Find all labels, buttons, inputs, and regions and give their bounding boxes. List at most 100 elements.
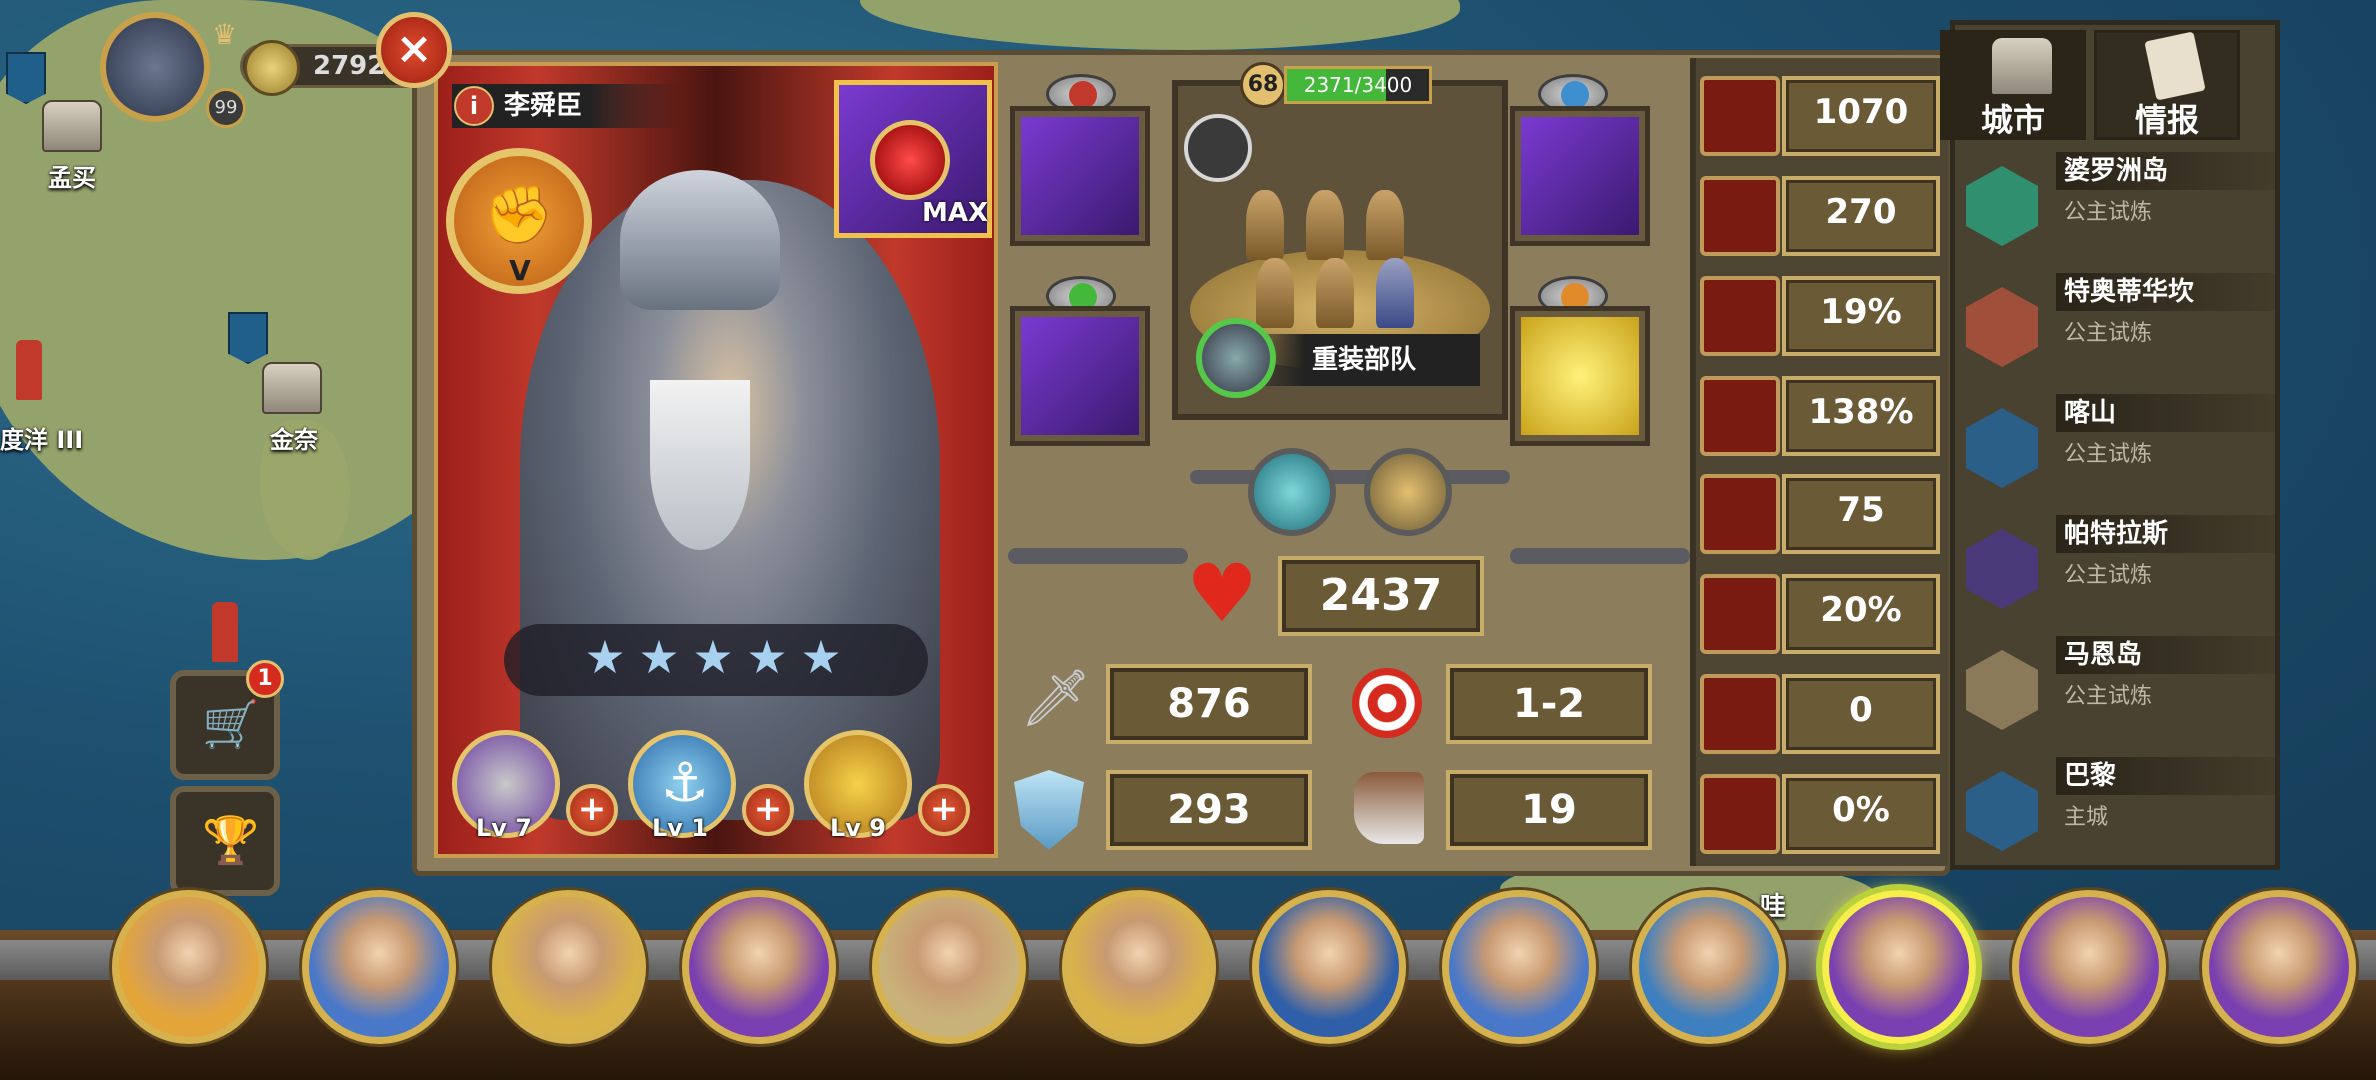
hero-portrait-selected[interactable]: [1822, 890, 1976, 1044]
hero-portrait[interactable]: [1632, 890, 1786, 1044]
hero-portrait[interactable]: [2012, 890, 2166, 1044]
hero-portrait[interactable]: [1442, 890, 1596, 1044]
soldier: [1366, 190, 1404, 260]
rank-up-icon: [1700, 574, 1780, 654]
city-name: 帕特拉斯: [2056, 515, 2276, 553]
crit-icon: [1700, 276, 1780, 356]
crown-icon: ♛: [212, 18, 238, 51]
hero-portrait[interactable]: [302, 890, 456, 1044]
troop-exp-bar: 2371/3400: [1284, 66, 1432, 104]
hero-portrait[interactable]: [1252, 890, 1406, 1044]
attribute-value: 0: [1782, 674, 1940, 754]
cannon-skill-button[interactable]: [1248, 448, 1336, 536]
attribute-row: 138%: [1700, 372, 1940, 456]
city-name: 巴黎: [2056, 757, 2276, 795]
move-value: 19: [1446, 770, 1652, 850]
boot-move-icon: [1354, 772, 1424, 844]
attribute-value: 138%: [1782, 376, 1940, 456]
close-button[interactable]: ×: [376, 12, 452, 88]
city-list-item[interactable]: 帕特拉斯公主试炼: [1960, 509, 2276, 627]
dodge-icon: [1700, 774, 1780, 854]
city-type: 公主试炼: [2064, 321, 2153, 346]
hero-portrait[interactable]: [872, 890, 1026, 1044]
attribute-row: 75: [1700, 470, 1940, 554]
player-avatar[interactable]: [100, 12, 210, 122]
city-name: 特奥蒂华坎: [2056, 273, 2276, 311]
lighthouse-icon: [16, 340, 42, 400]
rank-level: V: [509, 254, 531, 287]
city-list-item[interactable]: 特奥蒂华坎公主试炼: [1960, 267, 2276, 385]
defense-value: 293: [1106, 770, 1312, 850]
gold-coin-icon: [244, 40, 300, 96]
attribute-row: 19%: [1700, 272, 1940, 356]
city-list-item[interactable]: 马恩岛 公主试炼: [1960, 630, 2276, 748]
speed-icon: [1700, 176, 1780, 256]
city-type: 公主试炼: [2064, 684, 2153, 709]
player-level-badge: 99: [206, 88, 246, 128]
troop-level: 68: [1240, 62, 1286, 108]
city-emblem-icon: [1966, 529, 2038, 609]
heal-icon: [1700, 474, 1780, 554]
attribute-row: 0%: [1700, 770, 1940, 854]
hero-portrait[interactable]: [492, 890, 646, 1044]
city-emblem-icon: [1966, 408, 2038, 488]
trophy-button[interactable]: 🏆: [170, 786, 280, 896]
crit-damage-icon: [1700, 376, 1780, 456]
attribute-value: 19%: [1782, 276, 1940, 356]
anchor-skill-level: Lv 1: [652, 814, 708, 842]
ruby-amulet-icon: [870, 120, 950, 200]
attribute-row: 0: [1700, 670, 1940, 754]
star-icon: ★: [746, 630, 788, 684]
info-icon[interactable]: i: [454, 86, 494, 126]
attribute-value: 0%: [1782, 774, 1940, 854]
star-icon: ★: [800, 630, 842, 684]
hero-portrait[interactable]: [682, 890, 836, 1044]
soldier: [1306, 190, 1344, 260]
troop-swap-icon[interactable]: [1184, 114, 1252, 182]
boots-slot[interactable]: [1010, 306, 1150, 446]
attribute-row: 20%: [1700, 570, 1940, 654]
city-type: 公主试炼: [2064, 442, 2153, 467]
close-icon: ×: [395, 23, 433, 74]
city-name: 婆罗洲岛: [2056, 152, 2276, 190]
troop-commander-avatar[interactable]: [1196, 318, 1276, 398]
shield-slot[interactable]: [1510, 106, 1650, 246]
attribute-value: 20%: [1782, 574, 1940, 654]
hero-portrait[interactable]: [112, 890, 266, 1044]
artifact-max-label: MAX: [922, 198, 989, 228]
city-list-item[interactable]: 婆罗洲岛公主试炼: [1960, 146, 2276, 264]
horn-skill-level: Lv 9: [830, 814, 886, 842]
map-label-ocean: 度洋 III: [0, 426, 84, 454]
attribute-row: 270: [1700, 172, 1940, 256]
cart-icon: 🛒: [202, 697, 260, 751]
city-type: 公主试炼: [2064, 563, 2153, 588]
upgrade-horn-skill-button[interactable]: +: [918, 784, 970, 836]
city-type: 主城: [2064, 805, 2109, 830]
book-slot[interactable]: [1510, 306, 1650, 446]
city-mumbai-icon[interactable]: [42, 100, 102, 152]
map-label-mumbai[interactable]: 孟买: [48, 158, 96, 193]
weapon-slot[interactable]: [1010, 106, 1150, 246]
armor-skill-level: Lv 7: [476, 814, 532, 842]
fist-icon: [1700, 674, 1780, 754]
city-emblem-icon: [1966, 771, 2038, 851]
hero-portrait[interactable]: [1062, 890, 1216, 1044]
hero-helmet: [620, 170, 780, 310]
city-emblem-icon: [1966, 287, 2038, 367]
sword-icon: 🗡: [1020, 666, 1092, 731]
upgrade-armor-skill-button[interactable]: +: [566, 784, 618, 836]
soldier: [1256, 258, 1294, 328]
arrows-skill-button[interactable]: [1364, 448, 1452, 536]
hp-ornament-left: [1008, 548, 1188, 564]
map-label-chennai[interactable]: 金奈: [270, 420, 318, 455]
hero-portrait[interactable]: [2202, 890, 2356, 1044]
upgrade-anchor-skill-button[interactable]: +: [742, 784, 794, 836]
ornament-bar: [1190, 470, 1510, 484]
city-chennai-icon[interactable]: [262, 362, 322, 414]
city-list-item[interactable]: 巴黎主城: [1960, 751, 2276, 869]
attribute-value: 270: [1782, 176, 1940, 256]
city-type: 公主试炼: [2064, 200, 2153, 225]
target-range-icon: [1352, 668, 1422, 738]
soldier: [1376, 258, 1414, 328]
city-list-item[interactable]: 喀山 公主试炼: [1960, 388, 2276, 506]
